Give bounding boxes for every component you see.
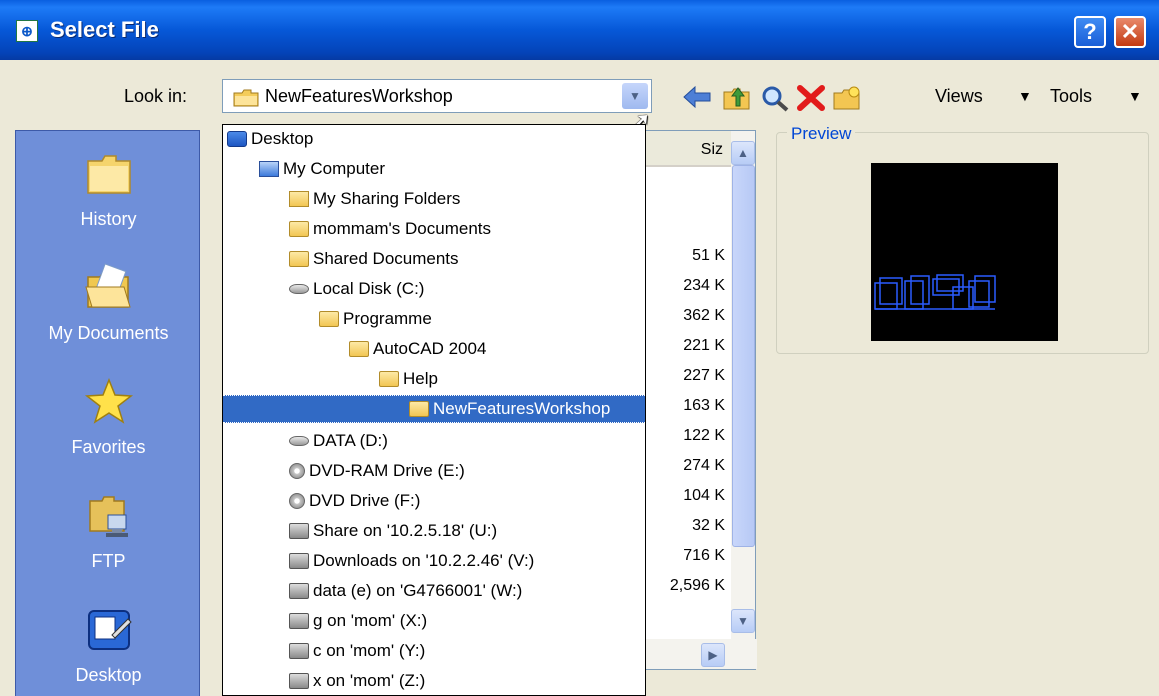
views-caret-icon[interactable]: ▼ — [1018, 88, 1032, 104]
size-cell: 163 K — [683, 397, 725, 414]
size-cell: 234 K — [683, 277, 725, 294]
size-cell: 32 K — [692, 517, 725, 534]
create-folder-icon[interactable] — [832, 84, 862, 112]
desktop-icon — [227, 131, 247, 147]
place-label: History — [80, 209, 137, 229]
place-label: FTP — [91, 551, 126, 571]
preview-image — [871, 163, 1058, 341]
scroll-up-icon[interactable]: ▲ — [731, 141, 755, 165]
dropdown-item-autocad-2004[interactable]: AutoCAD 2004 — [349, 335, 486, 363]
size-cell: 51 K — [692, 247, 725, 264]
delete-icon[interactable] — [796, 84, 826, 112]
hard-drive-icon — [289, 284, 309, 294]
dropdown-item-data-w[interactable]: data (e) on 'G4766001' (W:) — [289, 577, 522, 605]
size-cell: 2,596 K — [669, 577, 725, 594]
dropdown-item-downloads-v[interactable]: Downloads on '10.2.2.46' (V:) — [289, 547, 534, 575]
dropdown-item-dvd-ram-drive-e[interactable]: DVD-RAM Drive (E:) — [289, 457, 465, 485]
open-folder-icon — [84, 263, 131, 308]
optical-drive-icon — [289, 463, 305, 479]
dropdown-item-desktop[interactable]: Desktop — [227, 125, 313, 153]
window-title: Select File — [50, 17, 159, 42]
horizontal-scrollbar[interactable]: ▶ — [641, 639, 757, 669]
place-history[interactable]: History — [16, 149, 201, 230]
size-cell: 716 K — [683, 547, 725, 564]
dropdown-item-shared-documents[interactable]: Shared Documents — [289, 245, 459, 273]
search-web-icon[interactable] — [760, 84, 790, 112]
close-button[interactable]: ✕ — [1114, 16, 1146, 48]
dropdown-item-x-z[interactable]: x on 'mom' (Z:) — [289, 667, 425, 695]
folder-icon — [349, 341, 369, 357]
views-label: Views — [935, 86, 983, 106]
dropdown-item-data-d[interactable]: DATA (D:) — [289, 427, 388, 455]
look-in-value: NewFeaturesWorkshop — [265, 86, 453, 106]
back-arrow-icon[interactable] — [682, 84, 712, 110]
place-desktop[interactable]: Desktop — [16, 605, 201, 686]
file-list[interactable]: Siz 51 K 234 K 362 K 221 K 227 K 163 K 1… — [640, 130, 757, 670]
dropdown-item-mommams-documents[interactable]: mommam's Documents — [289, 215, 491, 243]
tools-label: Tools — [1050, 86, 1093, 106]
scroll-right-icon[interactable]: ▶ — [701, 643, 725, 667]
ftp-icon — [88, 496, 128, 537]
cad-drawing-icon — [874, 274, 996, 310]
help-button[interactable]: ? — [1074, 16, 1106, 48]
dropdown-item-local-disk-c[interactable]: Local Disk (C:) — [289, 275, 424, 303]
size-cell: 362 K — [683, 307, 725, 324]
place-label: Favorites — [71, 437, 146, 457]
scroll-down-icon[interactable]: ▼ — [731, 609, 755, 633]
open-folder-icon — [409, 401, 429, 417]
size-cell: 122 K — [683, 427, 725, 444]
dropdown-item-newfeaturesworkshop[interactable]: NewFeaturesWorkshop — [223, 395, 645, 423]
network-drive-icon — [289, 673, 309, 689]
folder-icon — [319, 311, 339, 327]
dropdown-item-my-computer[interactable]: My Computer — [259, 155, 385, 183]
network-drive-icon — [289, 523, 309, 539]
place-ftp[interactable]: FTP — [16, 491, 201, 572]
size-cell: 227 K — [683, 367, 725, 384]
folder-icon — [289, 251, 309, 267]
dropdown-item-g-x[interactable]: g on 'mom' (X:) — [289, 607, 427, 635]
network-drive-icon — [289, 613, 309, 629]
dropdown-item-c-y[interactable]: c on 'mom' (Y:) — [289, 637, 425, 665]
optical-drive-icon — [289, 493, 305, 509]
app-icon: ⊕ — [16, 20, 38, 42]
place-my-documents[interactable]: My Documents — [16, 263, 201, 344]
size-column-header[interactable]: Siz — [641, 131, 731, 167]
dropdown-item-dvd-drive-f[interactable]: DVD Drive (F:) — [289, 487, 420, 515]
network-drive-icon — [289, 643, 309, 659]
size-cell: 221 K — [683, 337, 725, 354]
size-cell: 104 K — [683, 487, 725, 504]
look-in-label: Look in: — [124, 86, 188, 106]
desktop-icon — [87, 610, 132, 650]
place-label: Desktop — [75, 665, 142, 685]
tools-menu[interactable]: Tools — [1050, 86, 1092, 107]
folder-icon — [379, 371, 399, 387]
look-in-dropdown-list[interactable]: Desktop My Computer My Sharing Folders m… — [222, 124, 646, 696]
look-in-combo[interactable]: NewFeaturesWorkshop ▼ — [222, 79, 652, 113]
folder-icon — [289, 221, 309, 237]
size-cell: 274 K — [683, 457, 725, 474]
folder-icon — [86, 155, 131, 194]
star-icon — [84, 377, 133, 424]
place-favorites[interactable]: Favorites — [16, 377, 201, 458]
folder-icon — [233, 89, 259, 107]
place-label: My Documents — [48, 323, 169, 343]
computer-icon — [259, 161, 279, 177]
scroll-thumb[interactable] — [732, 165, 755, 547]
dropdown-item-programme[interactable]: Programme — [319, 305, 432, 333]
shared-folder-icon — [289, 191, 309, 207]
places-bar: History My Documents Favorites FTP Deskt… — [15, 130, 200, 696]
vertical-scrollbar[interactable]: ▲ ▼ — [731, 131, 755, 639]
preview-label: Preview — [787, 124, 856, 144]
dropdown-item-my-sharing-folders[interactable]: My Sharing Folders — [289, 185, 460, 213]
tools-caret-icon[interactable]: ▼ — [1128, 88, 1142, 104]
network-drive-icon — [289, 553, 309, 569]
up-folder-icon[interactable] — [722, 84, 752, 112]
dropdown-item-share-u[interactable]: Share on '10.2.5.18' (U:) — [289, 517, 497, 545]
dropdown-item-help[interactable]: Help — [379, 365, 438, 393]
preview-group: Preview — [776, 124, 1149, 354]
views-menu[interactable]: Views — [935, 86, 983, 107]
hard-drive-icon — [289, 436, 309, 446]
title-bar[interactable]: ⊕ Select File ? ✕ — [0, 0, 1159, 60]
network-drive-icon — [289, 583, 309, 599]
